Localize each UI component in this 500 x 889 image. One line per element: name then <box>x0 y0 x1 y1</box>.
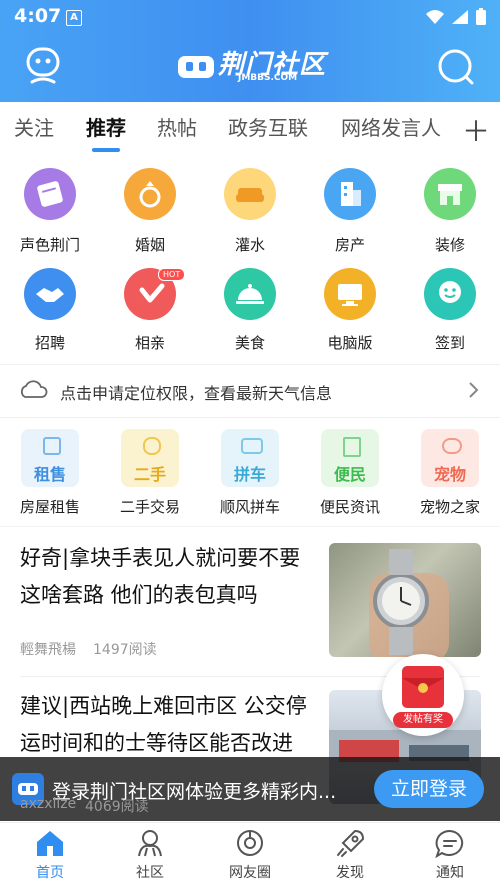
grid-label-realestate: 房产 <box>334 236 365 254</box>
building-icon[interactable] <box>324 168 376 220</box>
sofa-icon[interactable] <box>224 168 276 220</box>
ring-icon[interactable] <box>124 168 176 220</box>
service-label-rent: 房屋租售 <box>19 498 80 516</box>
nav-label: 首页 <box>36 865 64 881</box>
tab-recommend[interactable]: 推荐 <box>86 112 126 141</box>
weather-prompt: 点击申请定位权限，查看最新天气信息 <box>60 384 333 403</box>
shop-icon[interactable] <box>424 168 476 220</box>
login-button[interactable]: 立即登录 <box>374 770 484 808</box>
cloud-icon <box>20 380 48 398</box>
grid-label-marriage: 婚姻 <box>134 236 165 254</box>
logo-subtitle: JMBBS.COM <box>238 73 298 83</box>
service-label-secondhand: 二手交易 <box>119 498 180 516</box>
article-author: axzxlize <box>20 796 77 812</box>
grid-label-chat: 灌水 <box>234 236 265 254</box>
carpool-card[interactable]: 拼车 <box>221 429 279 487</box>
tab-hot-posts[interactable]: 热帖 <box>157 112 197 141</box>
convenience-card[interactable]: 便民 <box>321 429 379 487</box>
book-icon[interactable] <box>24 168 76 220</box>
home-icon <box>37 831 63 856</box>
rocket-icon <box>337 829 365 857</box>
secondhand-card[interactable]: 二手 <box>121 429 179 487</box>
article-title[interactable]: 好奇|拿块手表见人就问要不要这啥套路 他们的表包真吗 <box>20 540 320 614</box>
logo-icon <box>178 56 214 78</box>
article-reads: 1497阅读 <box>93 642 157 658</box>
grid-label-food: 美食 <box>234 334 265 352</box>
nav-label: 发现 <box>336 865 364 881</box>
friends-circle-icon <box>237 830 263 856</box>
service-label-pet: 宠物之家 <box>419 498 480 516</box>
handshake-icon[interactable] <box>24 268 76 320</box>
status-bar: 4:07 A <box>0 0 500 34</box>
system-status-icons <box>426 8 486 25</box>
community-icon <box>138 830 162 857</box>
search-icon[interactable] <box>436 47 476 87</box>
service-label-convenience: 便民资讯 <box>319 498 380 516</box>
nav-home[interactable]: 首页 <box>0 828 100 882</box>
notification-badge: A <box>66 10 82 26</box>
nav-community[interactable]: 社区 <box>100 828 200 882</box>
nav-label: 社区 <box>136 865 164 881</box>
red-envelope-icon <box>402 666 444 708</box>
pet-card[interactable]: 宠物 <box>421 429 479 487</box>
article-thumbnail[interactable] <box>329 543 481 657</box>
article-author: 輕舞飛楊 <box>20 642 76 658</box>
nav-label: 网友圈 <box>229 865 271 881</box>
rent-card[interactable]: 租售 <box>21 429 79 487</box>
checkin-icon[interactable] <box>424 268 476 320</box>
grid-label-desktop: 电脑版 <box>327 334 373 352</box>
tab-government[interactable]: 政务互联 <box>228 112 308 141</box>
grid-label-sound: 声色荆门 <box>19 236 80 254</box>
add-tab-icon[interactable]: ＋ <box>462 110 490 150</box>
dish-icon[interactable] <box>224 268 276 320</box>
nav-friends-circle[interactable]: 网友圈 <box>200 828 300 882</box>
grid-label-jobs: 招聘 <box>34 334 65 352</box>
grid-label-checkin: 签到 <box>434 334 465 352</box>
hot-badge: HOT <box>158 268 186 281</box>
active-tab-indicator <box>92 148 120 152</box>
nav-discover[interactable]: 发现 <box>300 828 400 882</box>
post-reward-label: 发帖有奖 <box>393 712 453 728</box>
service-label-carpool: 顺风拼车 <box>219 498 280 516</box>
grid-label-decoration: 装修 <box>434 236 465 254</box>
chevron-right-icon <box>469 382 479 398</box>
tab-follow[interactable]: 关注 <box>14 112 54 141</box>
article-title[interactable]: 建议|西站晚上难回市区 公交停运时间和的士等待区能否改进 <box>20 688 320 762</box>
nav-notifications[interactable]: 通知 <box>400 828 500 882</box>
status-time: 4:07 <box>14 5 62 27</box>
article-reads: 4069阅读 <box>85 799 149 815</box>
post-reward-button[interactable]: 发帖有奖 <box>382 654 464 736</box>
grid-label-dating: 相亲 <box>134 334 165 352</box>
tab-spokesperson[interactable]: 网络发言人 <box>341 112 441 141</box>
nav-label: 通知 <box>436 865 464 881</box>
message-icon <box>435 829 464 859</box>
monitor-icon[interactable] <box>324 268 376 320</box>
profile-icon[interactable] <box>24 46 62 86</box>
